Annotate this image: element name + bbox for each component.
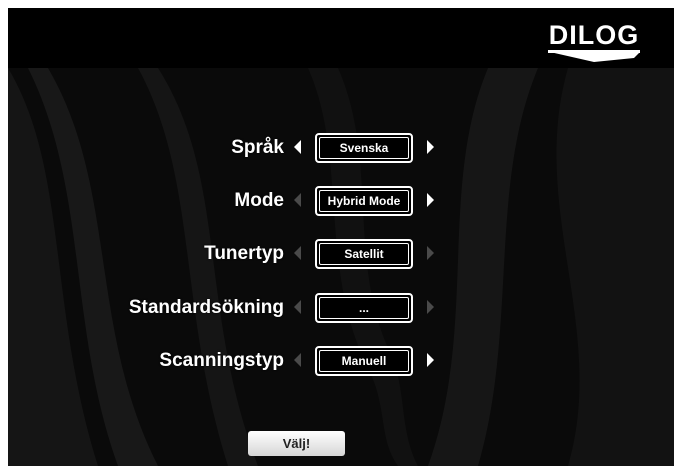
arrow-right-icon[interactable] <box>427 246 434 260</box>
setting-row-mode: Mode Hybrid Mode <box>8 182 674 222</box>
setting-value: ... <box>319 297 409 319</box>
setting-row-tunertyp: Tunertyp Satellit <box>8 235 674 275</box>
arrow-right-icon[interactable] <box>427 140 434 154</box>
setting-value-box[interactable]: Hybrid Mode <box>315 186 413 216</box>
setting-value-box[interactable]: Manuell <box>315 346 413 376</box>
arrow-left-icon[interactable] <box>294 140 301 154</box>
select-button[interactable]: Välj! <box>248 431 345 456</box>
setting-value-box[interactable]: ... <box>315 293 413 323</box>
setting-label: Scanningstyp <box>159 350 284 371</box>
arrow-left-icon[interactable] <box>294 300 301 314</box>
setting-row-sprak: Språk Svenska <box>8 129 674 169</box>
setting-value-box[interactable]: Svenska <box>315 133 413 163</box>
arrow-right-icon[interactable] <box>427 353 434 367</box>
settings-form: Språk Svenska Mode Hybrid Mode Tunertyp … <box>8 8 674 466</box>
tv-screen: DILOG Språk Svenska Mode Hybrid Mode Tun… <box>8 8 674 466</box>
setting-value: Hybrid Mode <box>319 190 409 212</box>
arrow-left-icon[interactable] <box>294 246 301 260</box>
setting-label: Språk <box>231 137 284 158</box>
arrow-left-icon[interactable] <box>294 353 301 367</box>
setting-value: Manuell <box>319 350 409 372</box>
setting-row-scanningstyp: Scanningstyp Manuell <box>8 342 674 382</box>
setting-label: Mode <box>234 190 284 211</box>
setting-value: Satellit <box>319 243 409 265</box>
setting-row-standardsokning: Standardsökning ... <box>8 289 674 329</box>
arrow-left-icon[interactable] <box>294 193 301 207</box>
setting-label: Standardsökning <box>128 297 284 318</box>
setting-label: Tunertyp <box>204 243 284 264</box>
arrow-right-icon[interactable] <box>427 300 434 314</box>
setting-value: Svenska <box>319 137 409 159</box>
setting-value-box[interactable]: Satellit <box>315 239 413 269</box>
arrow-right-icon[interactable] <box>427 193 434 207</box>
